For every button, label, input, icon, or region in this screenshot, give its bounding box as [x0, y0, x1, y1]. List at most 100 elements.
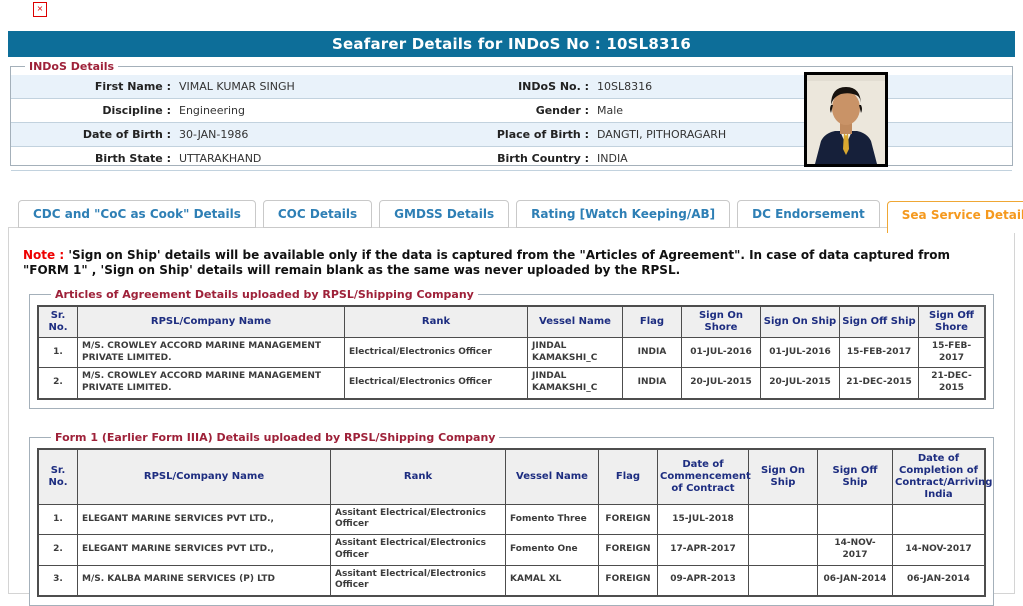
cell: 14-NOV-2017 — [818, 535, 893, 565]
column-header: Date of Commencement of Contract — [658, 449, 749, 505]
column-header: Flag — [623, 306, 682, 338]
cell: Assitant Electrical/Electronics Officer — [331, 504, 506, 534]
cell: 15-FEB-2017 — [919, 338, 986, 368]
cell: JINDAL KAMAKSHI_C — [528, 368, 623, 399]
column-header: Sign On Ship — [749, 449, 818, 505]
table-row: 1.ELEGANT MARINE SERVICES PVT LTD.,Assit… — [38, 504, 985, 534]
column-header: Rank — [331, 449, 506, 505]
field-value: 10SL8316 — [589, 80, 1012, 93]
column-header: Rank — [345, 306, 528, 338]
column-header: Vessel Name — [506, 449, 599, 505]
cell: 1. — [38, 504, 78, 534]
cell — [818, 504, 893, 534]
tab-rating-watch-keeping-ab[interactable]: Rating [Watch Keeping/AB] — [516, 200, 730, 228]
cell: 2. — [38, 368, 78, 399]
column-header: Date of Completion of Contract/Arriving … — [893, 449, 986, 505]
column-header: Sign On Shore — [682, 306, 761, 338]
form1-panel: Form 1 (Earlier Form IIIA) Details uploa… — [29, 431, 994, 606]
cell: 17-APR-2017 — [658, 535, 749, 565]
cell: M/S. CROWLEY ACCORD MARINE MANAGEMENT PR… — [78, 368, 345, 399]
tab-coc-details[interactable]: COC Details — [263, 200, 372, 228]
cell: FOREIGN — [599, 504, 658, 534]
field-value: INDIA — [589, 152, 1012, 165]
field-label: Discipline : — [11, 104, 171, 117]
cell: 20-JUL-2015 — [682, 368, 761, 399]
cell — [749, 535, 818, 565]
cell: 3. — [38, 565, 78, 596]
cell: 21-DEC-2015 — [840, 368, 919, 399]
field-value: 30-JAN-1986 — [171, 128, 479, 141]
cell: 09-APR-2013 — [658, 565, 749, 596]
field-label: Birth State : — [11, 152, 171, 165]
articles-panel: Articles of Agreement Details uploaded b… — [29, 288, 994, 409]
form1-legend: Form 1 (Earlier Form IIIA) Details uploa… — [51, 431, 499, 444]
cell: Fomento One — [506, 535, 599, 565]
articles-legend: Articles of Agreement Details uploaded b… — [51, 288, 478, 301]
cell: Assitant Electrical/Electronics Officer — [331, 535, 506, 565]
column-header: Sign Off Ship — [818, 449, 893, 505]
cell: 01-JUL-2016 — [761, 338, 840, 368]
cell: 21-DEC-2015 — [919, 368, 986, 399]
table-row: 2.M/S. CROWLEY ACCORD MARINE MANAGEMENT … — [38, 368, 985, 399]
seafarer-photo — [804, 72, 888, 167]
table-row: 2.ELEGANT MARINE SERVICES PVT LTD.,Assit… — [38, 535, 985, 565]
field-label: Place of Birth : — [479, 128, 589, 141]
field-value: Engineering — [171, 104, 479, 117]
field-value: DANGTI, PITHORAGARH — [589, 128, 1012, 141]
cell: M/S. KALBA MARINE SERVICES (P) LTD — [78, 565, 331, 596]
cell: KAMAL XL — [506, 565, 599, 596]
cell: 14-NOV-2017 — [893, 535, 986, 565]
column-header: Sr. No. — [38, 449, 78, 505]
tab-dc-endorsement[interactable]: DC Endorsement — [737, 200, 880, 228]
cell — [749, 504, 818, 534]
field-value: UTTARAKHAND — [171, 152, 479, 165]
articles-table: Sr. No.RPSL/Company NameRankVessel NameF… — [37, 305, 986, 400]
cell: 2. — [38, 535, 78, 565]
field-label: Date of Birth : — [11, 128, 171, 141]
column-header: Sign Off Ship — [840, 306, 919, 338]
table-row: 3.M/S. KALBA MARINE SERVICES (P) LTDAssi… — [38, 565, 985, 596]
form1-table: Sr. No.RPSL/Company NameRankVessel NameF… — [37, 448, 986, 597]
cell: 20-JUL-2015 — [761, 368, 840, 399]
note-prefix: Note : — [23, 248, 64, 262]
cell: FOREIGN — [599, 535, 658, 565]
tab-cdc-and-coc-as-cook-details[interactable]: CDC and "CoC as Cook" Details — [18, 200, 256, 228]
cell: 15-FEB-2017 — [840, 338, 919, 368]
note-body: 'Sign on Ship' details will be available… — [23, 248, 950, 277]
broken-image-icon: × — [33, 2, 47, 17]
cell: M/S. CROWLEY ACCORD MARINE MANAGEMENT PR… — [78, 338, 345, 368]
cell: FOREIGN — [599, 565, 658, 596]
cell — [749, 565, 818, 596]
cell: Fomento Three — [506, 504, 599, 534]
page-title: Seafarer Details for INDoS No : 10SL8316 — [8, 31, 1015, 57]
tab-gmdss-details[interactable]: GMDSS Details — [379, 200, 509, 228]
cell: 01-JUL-2016 — [682, 338, 761, 368]
header-row: Sr. No.RPSL/Company NameRankVessel NameF… — [38, 449, 985, 505]
column-header: Sign Off Shore — [919, 306, 986, 338]
column-header: RPSL/Company Name — [78, 449, 331, 505]
column-header: Sr. No. — [38, 306, 78, 338]
field-value: Male — [589, 104, 1012, 117]
tab-sea-service-details[interactable]: Sea Service Details — [887, 201, 1023, 233]
cell: Electrical/Electronics Officer — [345, 368, 528, 399]
cell: ELEGANT MARINE SERVICES PVT LTD., — [78, 535, 331, 565]
field-value: VIMAL KUMAR SINGH — [171, 80, 479, 93]
column-header: Flag — [599, 449, 658, 505]
header-row: Sr. No.RPSL/Company NameRankVessel NameF… — [38, 306, 985, 338]
cell: ELEGANT MARINE SERVICES PVT LTD., — [78, 504, 331, 534]
column-header: Sign On Ship — [761, 306, 840, 338]
cell: 06-JAN-2014 — [893, 565, 986, 596]
cell: 15-JUL-2018 — [658, 504, 749, 534]
note-text: Note : 'Sign on Ship' details will be av… — [23, 248, 1000, 278]
cell: INDIA — [623, 338, 682, 368]
column-header: Vessel Name — [528, 306, 623, 338]
cell: JINDAL KAMAKSHI_C — [528, 338, 623, 368]
cell: INDIA — [623, 368, 682, 399]
indos-details-legend: INDoS Details — [25, 60, 118, 73]
cell — [893, 504, 986, 534]
cell: 1. — [38, 338, 78, 368]
tab-bar: CDC and "CoC as Cook" DetailsCOC Details… — [8, 199, 1015, 228]
cell: Assitant Electrical/Electronics Officer — [331, 565, 506, 596]
field-label: Birth Country : — [479, 152, 589, 165]
field-label: Gender : — [479, 104, 589, 117]
